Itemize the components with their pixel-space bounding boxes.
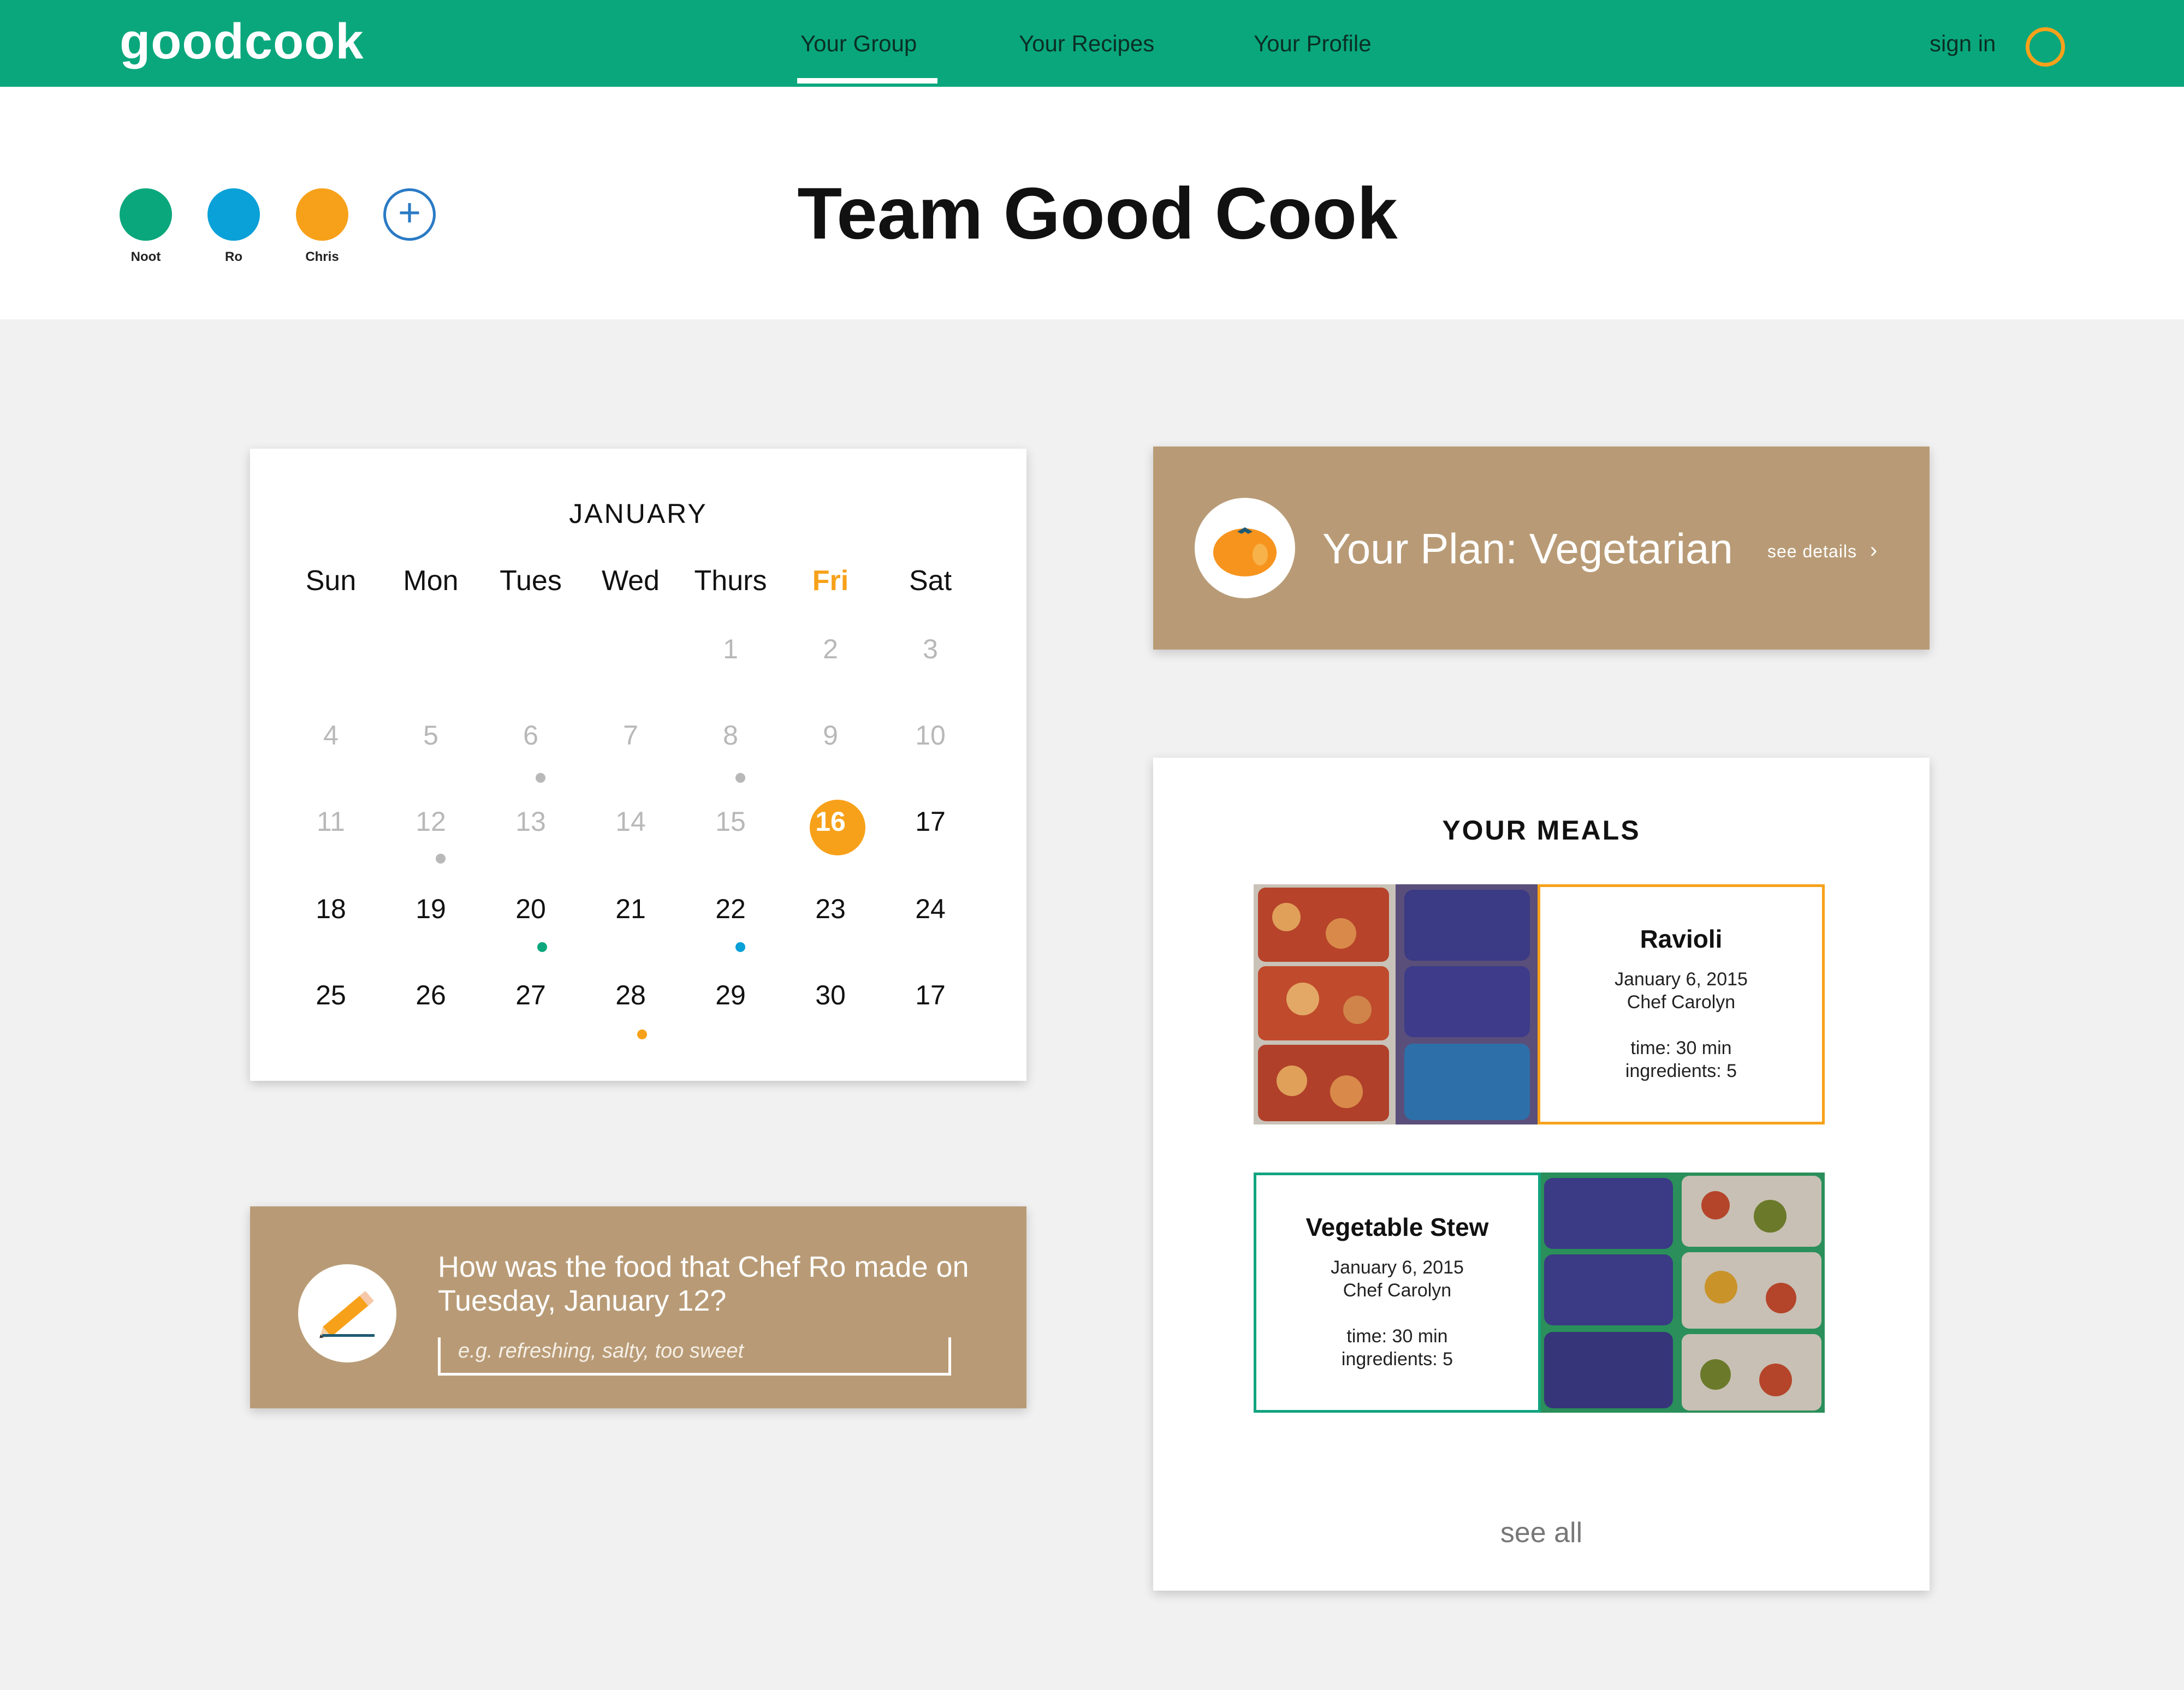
meal-details: Ravioli January 6, 2015 Chef Carolyn tim… (1538, 884, 1825, 1124)
weekday-label: Tues (500, 565, 562, 597)
weekday-label: Fri (812, 565, 849, 597)
meal-item-vegetable-stew[interactable]: Vegetable Stew January 6, 2015 Chef Caro… (1254, 1173, 1825, 1413)
member-name: Noot (130, 249, 161, 264)
calendar-day[interactable]: 8 (681, 719, 780, 751)
calendar-day[interactable]: 6 (482, 719, 580, 751)
calendar-day[interactable]: 21 (581, 893, 680, 925)
see-details-label: see details (1767, 541, 1857, 561)
see-details-link[interactable]: see details › (1767, 538, 1878, 563)
event-dot (637, 1030, 647, 1039)
meal-time: time: 30 min (1630, 1038, 1732, 1058)
calendar-day[interactable]: 3 (881, 633, 980, 665)
calendar-day[interactable]: 5 (382, 719, 480, 751)
weekday-label: Mon (403, 565, 459, 597)
calendar-day[interactable]: 12 (382, 806, 480, 837)
meal-name: Ravioli (1640, 925, 1723, 953)
plan-title: Your Plan: Vegetarian (1322, 525, 1733, 573)
tomato-icon (1213, 527, 1277, 576)
calendar-day[interactable]: 29 (681, 979, 780, 1011)
calendar-day[interactable]: 20 (482, 893, 580, 925)
tab-your-group[interactable]: Your Group (800, 31, 917, 57)
feedback-placeholder: e.g. refreshing, salty, too sweet (458, 1340, 744, 1362)
event-dot (536, 773, 545, 783)
calendar-day[interactable]: 2 (781, 633, 880, 665)
top-nav: goodcook Your Group Your Recipes Your Pr… (0, 0, 2184, 87)
calendar-day[interactable]: 19 (382, 893, 480, 925)
weekday-label: Wed (602, 565, 660, 597)
member-name: Chris (305, 249, 339, 264)
weekday-label: Sat (909, 565, 952, 597)
calendar-day[interactable]: 11 (282, 806, 380, 837)
member-name: Ro (225, 249, 242, 264)
meal-ingredients: ingredients: 5 (1341, 1349, 1453, 1370)
sign-in-link[interactable]: sign in (1930, 31, 1996, 57)
calendar-card: JANUARY Sun Mon Tues Wed Thurs Fri Sat 1… (250, 449, 1026, 1081)
page-title: Team Good Cook (797, 173, 1398, 254)
calendar-day[interactable]: 22 (681, 893, 780, 925)
meal-chef: Chef Carolyn (1627, 992, 1736, 1013)
user-avatar-icon[interactable] (2026, 27, 2065, 67)
calendar-day[interactable]: 16 (781, 806, 880, 837)
meals-title: YOUR MEALS (1442, 815, 1641, 846)
calendar-day[interactable]: 17 (881, 806, 980, 837)
meal-ingredients: ingredients: 5 (1625, 1061, 1737, 1081)
calendar-day[interactable]: 27 (482, 979, 580, 1011)
meal-date: January 6, 2015 (1615, 969, 1748, 990)
tab-your-profile[interactable]: Your Profile (1254, 31, 1372, 57)
meal-time: time: 30 min (1346, 1326, 1448, 1347)
calendar-day[interactable]: 23 (781, 893, 880, 925)
meal-chef: Chef Carolyn (1343, 1280, 1452, 1301)
calendar-month: JANUARY (569, 498, 708, 529)
meal-details: Vegetable Stew January 6, 2015 Chef Caro… (1254, 1173, 1541, 1413)
calendar-day[interactable]: 7 (581, 719, 680, 751)
calendar-day[interactable]: 14 (581, 806, 680, 837)
meal-photo (1254, 884, 1538, 1124)
logo[interactable]: goodcook (120, 13, 364, 70)
event-dot (735, 773, 745, 783)
active-tab-indicator (797, 78, 937, 84)
calendar-day[interactable]: 13 (482, 806, 580, 837)
calendar-day[interactable]: 30 (781, 979, 880, 1011)
see-all-link[interactable]: see all (1153, 1516, 1930, 1549)
calendar-day[interactable]: 15 (681, 806, 780, 837)
meal-name: Vegetable Stew (1305, 1213, 1489, 1241)
calendar-day[interactable]: 9 (781, 719, 880, 751)
calendar-day[interactable]: 26 (382, 979, 480, 1011)
meals-card: YOUR MEALS Ravioli January 6, 2015 Chef … (1153, 758, 1930, 1591)
meal-item-ravioli[interactable]: Ravioli January 6, 2015 Chef Carolyn tim… (1254, 884, 1825, 1124)
member-avatar-chris[interactable] (296, 188, 348, 241)
feedback-card: How was the food that Chef Ro made on Tu… (250, 1206, 1026, 1408)
feedback-question: How was the food that Chef Ro made on Tu… (438, 1251, 969, 1317)
calendar-day[interactable]: 1 (681, 633, 780, 665)
calendar-day[interactable]: 24 (881, 893, 980, 925)
weekday-label: Sun (305, 565, 357, 597)
calendar-day[interactable]: 10 (881, 719, 980, 751)
event-dot (537, 942, 547, 952)
calendar-day[interactable]: 4 (282, 719, 380, 751)
tab-your-recipes[interactable]: Your Recipes (1019, 31, 1154, 57)
calendar-day[interactable]: 28 (581, 979, 680, 1011)
chevron-right-icon: › (1870, 538, 1878, 562)
calendar-day[interactable]: 18 (282, 893, 380, 925)
event-dot (735, 942, 745, 952)
plan-card: Your Plan: Vegetarian see details › (1153, 447, 1930, 650)
calendar-day[interactable]: 17 (881, 979, 980, 1011)
feedback-input[interactable]: e.g. refreshing, salty, too sweet (438, 1337, 951, 1376)
weekday-label: Thurs (694, 565, 767, 597)
calendar-day[interactable]: 25 (282, 979, 380, 1011)
member-avatar-noot[interactable] (120, 188, 172, 241)
add-member-button[interactable]: + (383, 188, 436, 241)
pencil-icon (319, 1290, 375, 1338)
feedback-icon-circle (298, 1264, 396, 1362)
plus-circle-icon: + (397, 191, 422, 235)
event-dot (436, 854, 446, 864)
member-avatar-ro[interactable] (207, 188, 260, 241)
meal-date: January 6, 2015 (1331, 1257, 1464, 1278)
plan-icon-circle (1195, 498, 1295, 598)
meal-photo (1541, 1173, 1825, 1413)
